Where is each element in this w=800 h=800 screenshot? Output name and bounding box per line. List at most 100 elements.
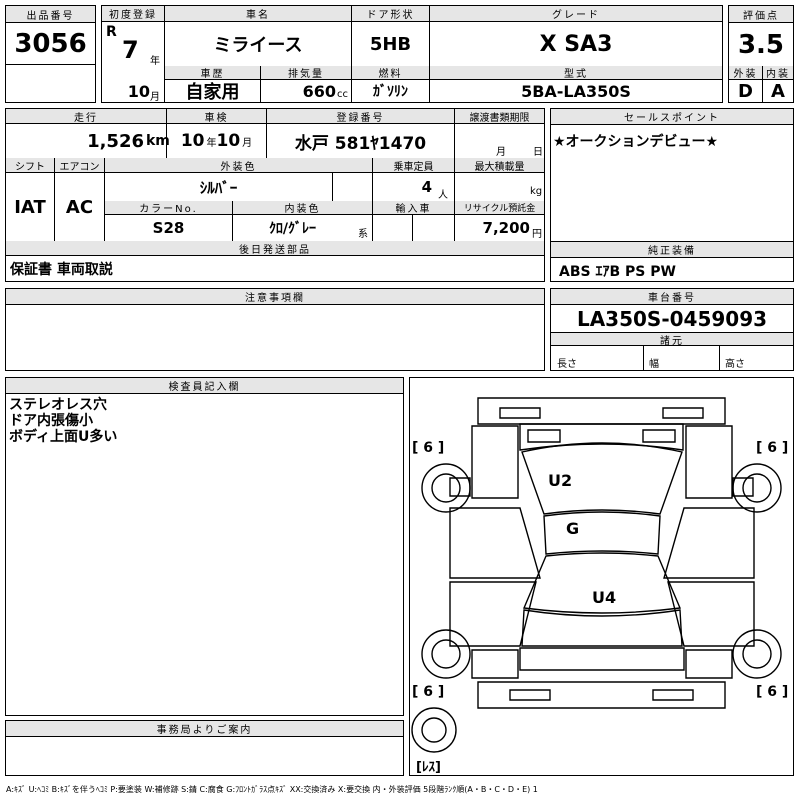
model-code: 5BA-LA350S: [429, 80, 722, 102]
recycle-label: リサイクル預託金: [454, 201, 544, 215]
aircon: AC: [54, 173, 104, 241]
inspection-date: 10 年 10 月: [166, 124, 266, 158]
inspector-box: 検査員記入欄 ステレオレス穴 ドア内張傷小 ボディ上面U多い: [5, 377, 404, 716]
interior-color: ｸﾛ/ｸﾞﾚｰ: [232, 215, 352, 241]
inspection-label: 車検: [166, 109, 266, 124]
score-cell: 評価点 3.5 外装 内装 D A: [728, 5, 794, 103]
damage-mark-u4: U4: [592, 588, 617, 607]
lot-number-cell: 出品番号 3056: [5, 5, 96, 103]
exterior-color-label: 外装色: [104, 158, 372, 173]
sales-point-label: セールスポイント: [551, 109, 793, 125]
capacity: 4: [372, 173, 432, 201]
inspector-note-2: ドア内張傷小: [9, 413, 93, 429]
era-label: R: [106, 24, 117, 40]
inspector-note-3: ボディ上面U多い: [9, 429, 118, 445]
first-registration-label: 初度登録: [102, 6, 164, 22]
notes-box: 注意事項欄: [5, 288, 545, 371]
mileage: 1,526: [87, 130, 144, 152]
tire-rear-left: [ 6 ]: [412, 684, 445, 700]
displacement-unit: cc: [337, 89, 348, 100]
car-name-label: 車名: [164, 6, 351, 22]
inspector-label: 検査員記入欄: [6, 378, 403, 394]
office-label: 事務局よりご案内: [6, 721, 403, 737]
vehicle-detail-table: 走行 車検 登録番号 譲渡書類期限 1,526 km 10 年 10 月 水戸 …: [5, 108, 545, 282]
registration-month: 10: [127, 81, 150, 101]
score-label: 評価点: [729, 6, 793, 23]
exterior-grade: D: [738, 80, 753, 102]
year-unit: 年: [150, 56, 160, 67]
month-unit: 月: [150, 92, 160, 103]
interior-color-label: 内装色: [232, 201, 372, 215]
lot-number: 3056: [14, 29, 87, 59]
inspection-year: 10: [180, 131, 205, 151]
transfer-day-unit: 日: [533, 147, 543, 158]
width-label: 幅: [649, 359, 659, 370]
recycle-deposit: 7,200: [454, 215, 530, 241]
equipment: ABS ｴｱB PS PW: [559, 264, 676, 280]
transfer-deadline-label: 譲渡書類期限: [454, 109, 544, 124]
chassis-number: LA350S-0459093: [576, 307, 768, 331]
interior-grade: A: [762, 80, 793, 102]
registration-year: 7: [122, 36, 139, 64]
door-type: 5HB: [351, 22, 429, 66]
after-parts: 保証書 車両取説: [10, 261, 113, 278]
inspection-month-unit: 月: [242, 137, 253, 149]
fuel-type: ｶﾞｿﾘﾝ: [351, 80, 429, 102]
grade: X SA3: [429, 22, 722, 66]
car-name: ミライース: [164, 22, 351, 66]
after-parts-label: 後日発送部品: [6, 241, 544, 256]
door-type-label: ドア形状: [351, 6, 429, 22]
spare-tire-status: [ﾚｽ]: [416, 760, 441, 775]
inspector-note-1: ステレオレス穴: [9, 397, 107, 413]
capacity-unit: 人: [438, 190, 448, 201]
damage-mark-g: G: [566, 519, 580, 538]
recycle-unit: 円: [532, 229, 542, 240]
import-label: 輸入車: [372, 201, 454, 215]
model-code-label: 型式: [429, 66, 722, 80]
tire-rear-right: [ 6 ]: [756, 684, 789, 700]
length-label: 長さ: [557, 359, 577, 370]
max-load-label: 最大積載量: [454, 158, 544, 173]
grade-label: グレード: [429, 6, 722, 22]
lot-number-label: 出品番号: [6, 6, 95, 23]
exterior-grade-label: 外装: [729, 66, 762, 80]
tire-front-left: [ 6 ]: [412, 440, 445, 456]
displacement: 660: [260, 80, 336, 102]
fuel-label: 燃料: [351, 66, 429, 80]
inspection-year-unit: 年: [206, 137, 217, 149]
color-number-label: カラーNo.: [104, 201, 232, 215]
interior-color-unit: 系: [358, 229, 368, 240]
sales-point-box: セールスポイント ★オークションデビュー★: [550, 108, 794, 256]
sales-point: ★オークションデビュー★: [553, 134, 719, 150]
score: 3.5: [737, 30, 785, 60]
shift: IAT: [14, 196, 46, 218]
aircon-label: エアコン: [54, 158, 104, 173]
equipment-label: 純正装備: [551, 242, 793, 258]
vehicle-summary-table: 初度登録 車名 ドア形状 グレード R 7 年 ミライース 5HB X SA3 …: [101, 5, 723, 103]
exterior-color: ｼﾙﾊﾞｰ: [104, 173, 332, 201]
notes-label: 注意事項欄: [6, 289, 544, 305]
chassis-label: 車台番号: [551, 289, 793, 305]
damage-diagram: U2 G U4 [ 6 ] [ 6 ] [ 6 ] [ 6 ] [ﾚｽ]: [409, 377, 794, 776]
specs-label: 諸元: [551, 332, 793, 347]
chassis-box: 車台番号 LA350S-0459093 諸元 長さ 幅 高さ: [550, 288, 794, 371]
mileage-label: 走行: [6, 109, 166, 124]
height-label: 高さ: [725, 359, 745, 370]
displacement-label: 排気量: [260, 66, 351, 80]
tire-front-right: [ 6 ]: [756, 440, 789, 456]
capacity-label: 乗車定員: [372, 158, 454, 173]
transfer-month-unit: 月: [496, 147, 506, 158]
max-load-unit: kg: [530, 186, 543, 197]
shift-label: シフト: [6, 158, 54, 173]
plate-label: 登録番号: [266, 109, 454, 124]
inspection-month: 10: [216, 131, 241, 151]
color-number: S28: [104, 215, 232, 241]
interior-grade-label: 内装: [762, 66, 793, 80]
vehicle-history: 自家用: [164, 80, 260, 103]
damage-mark-u2: U2: [548, 471, 573, 490]
car-outline-svg: [411, 397, 782, 753]
legend-text: A:ｷｽﾞ U:ﾍｺﾐ B:ｷｽﾞを伴うﾍｺﾐ P:要塗装 W:補修跡 S:錆 …: [6, 785, 538, 794]
equipment-box: 純正装備 ABS ｴｱB PS PW: [550, 241, 794, 282]
office-box: 事務局よりご案内: [5, 720, 404, 776]
registration-plate: 水戸 581ﾔ1470: [266, 124, 454, 158]
